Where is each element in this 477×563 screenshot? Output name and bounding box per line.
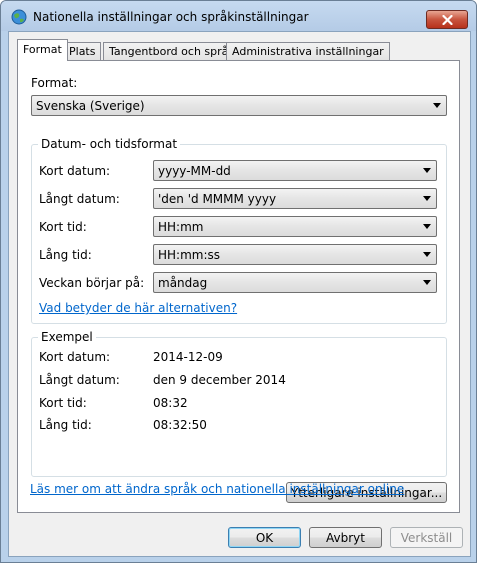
short-time-label: Kort tid: — [39, 220, 87, 234]
tab-format[interactable]: Format — [17, 39, 68, 61]
example-group-title: Exempel — [38, 330, 96, 344]
tab-plats[interactable]: Plats — [63, 42, 102, 60]
example-group: Exempel Kort datum: 2014-12-09 Långt dat… — [31, 330, 447, 477]
example-short-time-label: Kort tid: — [39, 396, 87, 410]
chevron-down-icon — [423, 224, 431, 229]
long-time-label: Lång tid: — [39, 248, 92, 262]
short-time-value: HH:mm — [158, 220, 204, 234]
first-day-select[interactable]: måndag — [153, 272, 437, 293]
apply-button[interactable]: Verkställ — [390, 527, 463, 548]
format-tab-panel: Format: Svenska (Sverige) Datum- och tid… — [17, 60, 460, 513]
chevron-down-icon — [423, 252, 431, 257]
tab-keyboard-language[interactable]: Tangentbord och språk — [103, 42, 241, 60]
ok-button[interactable]: OK — [228, 527, 301, 548]
format-select-value: Svenska (Sverige) — [36, 99, 145, 113]
example-short-time-value: 08:32 — [153, 396, 188, 410]
cancel-button[interactable]: Avbryt — [309, 527, 382, 548]
long-time-value: HH:mm:ss — [158, 248, 221, 262]
chevron-down-icon — [423, 168, 431, 173]
window-title: Nationella inställningar och språkinstäl… — [33, 10, 309, 24]
short-date-value: yyyy-MM-dd — [158, 164, 231, 178]
options-help-link[interactable]: Vad betyder de här alternativen? — [39, 301, 237, 315]
short-date-select[interactable]: yyyy-MM-dd — [153, 160, 437, 181]
close-button[interactable] — [426, 10, 468, 29]
short-date-label: Kort datum: — [39, 164, 111, 178]
long-time-select[interactable]: HH:mm:ss — [153, 244, 437, 265]
format-label: Format: — [31, 76, 78, 90]
example-short-date-value: 2014-12-09 — [153, 350, 223, 364]
long-date-label: Långt datum: — [39, 192, 120, 206]
online-info-link[interactable]: Läs mer om att ändra språk och nationell… — [30, 482, 404, 496]
example-long-date-value: den 9 december 2014 — [153, 373, 286, 387]
example-long-time-value: 08:32:50 — [153, 418, 207, 432]
long-date-select[interactable]: 'den 'd MMMM yyyy — [153, 188, 437, 209]
example-long-time-label: Lång tid: — [39, 418, 92, 432]
long-date-value: 'den 'd MMMM yyyy — [158, 192, 277, 206]
chevron-down-icon — [423, 280, 431, 285]
datetime-group: Datum- och tidsformat Kort datum: yyyy-M… — [31, 137, 447, 324]
title-bar[interactable]: Nationella inställningar och språkinstäl… — [1, 1, 476, 31]
dialog-window: Nationella inställningar och språkinstäl… — [0, 0, 477, 563]
example-short-date-label: Kort datum: — [39, 350, 111, 364]
datetime-group-title: Datum- och tidsformat — [38, 137, 181, 151]
chevron-down-icon — [433, 103, 441, 108]
first-day-value: måndag — [158, 276, 208, 290]
format-select[interactable]: Svenska (Sverige) — [31, 95, 447, 116]
dialog-client: Format Plats Tangentbord och språk Admin… — [8, 31, 471, 557]
example-long-date-label: Långt datum: — [39, 373, 120, 387]
tab-administrative[interactable]: Administrativa inställningar — [226, 42, 390, 60]
chevron-down-icon — [423, 196, 431, 201]
close-icon — [441, 14, 453, 25]
first-day-label: Veckan börjar på: — [39, 276, 145, 290]
globe-icon — [11, 9, 27, 25]
short-time-select[interactable]: HH:mm — [153, 216, 437, 237]
